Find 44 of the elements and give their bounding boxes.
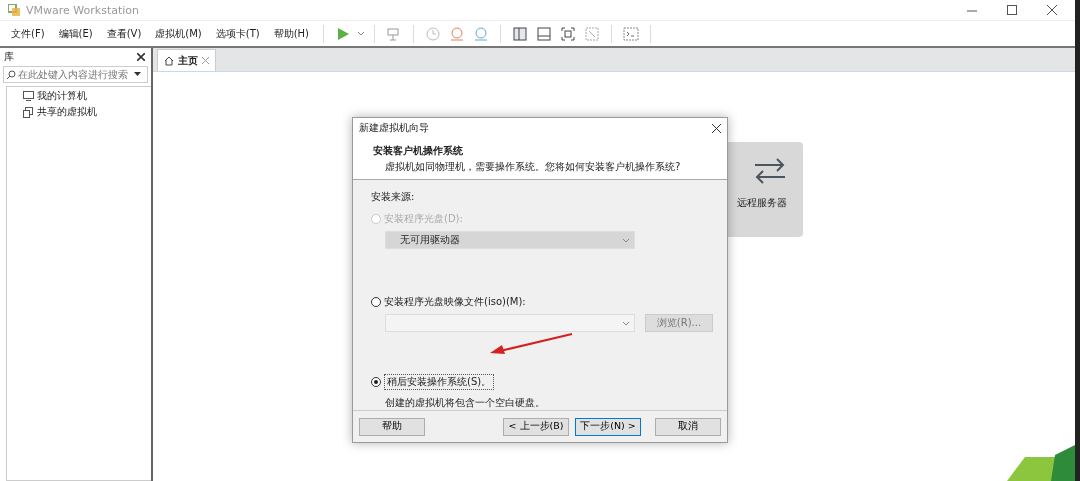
menu-item[interactable]: 文件(F): [6, 26, 50, 41]
menu-item[interactable]: 选项卡(T): [210, 26, 265, 41]
help-button[interactable]: 帮助: [359, 417, 425, 436]
close-icon[interactable]: [1047, 5, 1057, 15]
monitor-icon: [23, 91, 34, 101]
swap-arrows-icon: [753, 156, 787, 186]
tree-item[interactable]: 共享的虚拟机: [23, 105, 151, 119]
cancel-button[interactable]: 取消: [655, 417, 721, 436]
caret-icon: [357, 31, 366, 36]
terminal-icon[interactable]: [623, 25, 640, 42]
radio-option[interactable]: 安装程序光盘映像文件(iso)(M):: [371, 295, 713, 310]
caret-icon: [622, 320, 630, 326]
unity-icon[interactable]: [584, 25, 601, 42]
source-label: 安装来源:: [371, 190, 416, 205]
tree-item[interactable]: 我的计算机: [23, 89, 151, 103]
close-icon[interactable]: [137, 53, 145, 61]
fullscreen-icon[interactable]: [560, 25, 577, 42]
caret-icon: [622, 237, 630, 243]
search-field[interactable]: 在此处键入内容进行搜索: [3, 66, 148, 83]
back-button[interactable]: < 上一步(B): [503, 417, 569, 436]
dialog-title: 新建虚拟机向导: [359, 121, 429, 136]
dialog-heading: 安装客户机操作系统: [373, 143, 464, 158]
menu-item[interactable]: 帮助(H): [268, 26, 315, 41]
next-button[interactable]: 下一步(N) >: [575, 417, 641, 436]
menu-item[interactable]: 编辑(E): [53, 26, 98, 41]
maximize-icon[interactable]: [1007, 5, 1017, 15]
app-logo-icon: [8, 4, 20, 16]
shared-vm-icon: [23, 106, 34, 118]
option-note: 创建的虚拟机将包含一个空白硬盘。: [384, 396, 546, 411]
menu-item[interactable]: 虚拟机(M): [150, 26, 207, 41]
radio-option[interactable]: 稍后安装操作系统(S)。: [371, 374, 713, 391]
home-tab[interactable]: 主页: [157, 49, 216, 71]
snapshot-icon[interactable]: [449, 25, 466, 42]
menu-item[interactable]: 查看(V): [101, 26, 147, 41]
search-icon: [6, 69, 16, 80]
bottom-panel-icon[interactable]: [536, 25, 553, 42]
snapshot-manager-icon[interactable]: [473, 25, 490, 42]
library-title: 库: [4, 50, 14, 64]
window-title: VMware Workstation: [26, 3, 139, 17]
sidebar-layout-icon[interactable]: [512, 25, 529, 42]
home-icon: [164, 55, 174, 66]
close-icon[interactable]: [712, 123, 721, 133]
clock-icon[interactable]: [425, 25, 442, 42]
caret-icon: [134, 72, 141, 77]
